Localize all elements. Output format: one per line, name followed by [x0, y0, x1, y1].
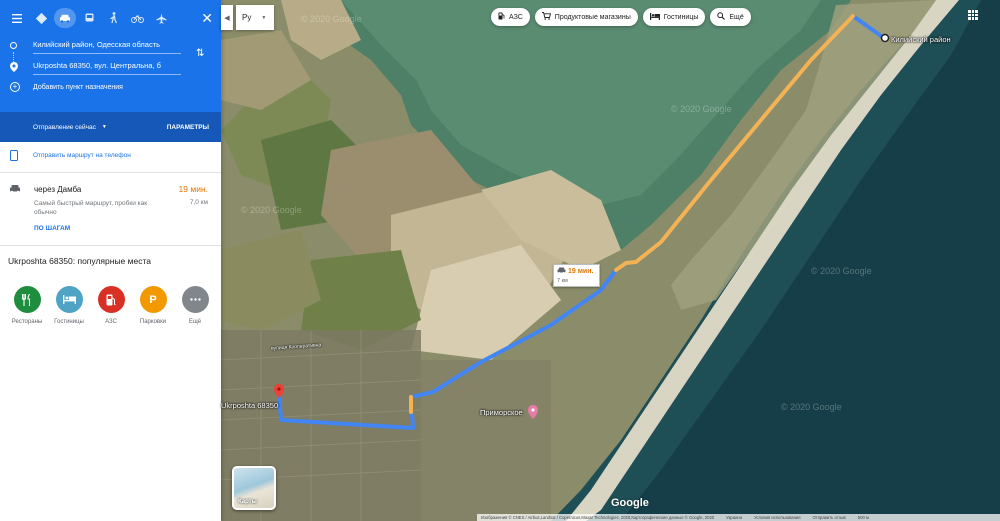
hotel-icon [649, 12, 660, 22]
maps-app: ✕ Килийский район, Одесская область Ukrp… [0, 0, 1000, 521]
route-distance: 7,0 км [189, 199, 208, 206]
origin-dot-icon [10, 42, 17, 49]
divider [0, 172, 221, 173]
directions-icon[interactable] [30, 8, 52, 28]
transit-icon[interactable] [78, 8, 100, 28]
travel-mode-row: ✕ [6, 8, 213, 28]
layer-label: Карты [238, 499, 257, 505]
parking-icon: P [139, 286, 167, 313]
chip-label: Гостиницы [663, 13, 699, 21]
route-description: Самый быстрый маршрут, пробки как обычно [34, 200, 148, 216]
route-eta-callout[interactable]: 19 мин. 7 км [553, 264, 600, 287]
map-watermark: © 2020 Google [781, 402, 842, 412]
gas-station-icon [498, 12, 505, 22]
more-icon [181, 286, 209, 313]
close-icon[interactable]: ✕ [201, 10, 213, 27]
collapse-panel-button[interactable]: ◀ [221, 5, 233, 30]
chevron-left-icon: ◀ [224, 14, 230, 22]
add-destination-label: Добавить пункт назначения [33, 83, 123, 91]
search-icon [717, 12, 726, 22]
terms-link[interactable]: Условия использования [754, 515, 800, 520]
chip-gas[interactable]: АЗС [491, 8, 530, 26]
menu-icon[interactable] [6, 8, 28, 28]
map-canvas[interactable]: © 2020 Google © 2020 Google © 2020 Googl… [221, 0, 1000, 521]
category-label: Парковки [139, 319, 167, 325]
category-parking[interactable]: P Парковки [132, 286, 174, 325]
directions-header: ✕ Килийский район, Одесская область Ukrp… [0, 0, 221, 142]
category-row: Рестораны Гостиницы АЗС P Парковки Ещё [6, 286, 216, 325]
satellite-imagery [221, 0, 1000, 521]
route-via: через Дамба [34, 185, 82, 194]
car-icon [9, 184, 21, 197]
walk-icon[interactable] [102, 8, 124, 28]
chip-label: АЗС [509, 13, 523, 21]
attribution-text: Изображения © CNES / Airbus,Landsat / Co… [481, 515, 715, 520]
send-to-phone-link[interactable]: Отправить маршрут на телефон [10, 150, 131, 161]
attribution-bar: Изображения © CNES / Airbus,Landsat / Co… [477, 514, 1000, 521]
route-time: 19 мин. [178, 184, 208, 194]
gas-station-icon [97, 286, 125, 313]
country-link[interactable]: Украина [726, 515, 742, 520]
route-option[interactable]: через Дамба 19 мин. Самый быстрый маршру… [0, 180, 221, 240]
category-chips: АЗС Продуктовые магазины Гостиницы Ещё [491, 8, 756, 26]
town-label[interactable]: Приморское [480, 408, 523, 417]
chip-more[interactable]: Ещё [710, 8, 751, 26]
depart-now-dropdown[interactable]: Отправление сейчас [33, 124, 96, 131]
popular-places-title: Ukrposhta 68350: популярные места [8, 256, 151, 266]
language-value: Ру [242, 13, 252, 22]
car-icon [557, 267, 566, 276]
chevron-down-icon: ▼ [101, 124, 107, 130]
category-label: Ещё [188, 319, 202, 325]
divider [0, 245, 221, 246]
category-more[interactable]: Ещё [174, 286, 216, 325]
category-label: Рестораны [11, 319, 43, 325]
feedback-link[interactable]: Отправить отзыв [813, 515, 846, 520]
add-destination-button[interactable]: + Добавить пункт назначения [10, 82, 123, 92]
language-select[interactable]: Ру ▼ [236, 5, 274, 30]
chip-label: Ещё [729, 13, 744, 21]
chip-label: Продуктовые магазины [554, 13, 631, 21]
car-icon[interactable] [54, 8, 76, 28]
destination-pin-icon [10, 62, 18, 72]
hotel-icon [55, 286, 83, 313]
chip-hotels[interactable]: Гостиницы [642, 8, 706, 26]
restaurant-icon [13, 286, 41, 313]
chip-grocery[interactable]: Продуктовые магазины [534, 8, 638, 26]
category-label: АЗС [105, 319, 117, 325]
category-gas[interactable]: АЗС [90, 286, 132, 325]
flight-icon[interactable] [150, 8, 172, 28]
category-hotels[interactable]: Гостиницы [48, 286, 90, 325]
map-watermark: © 2020 Google [301, 14, 362, 24]
origin-input[interactable]: Килийский район, Одесская область [33, 38, 181, 54]
layer-switcher[interactable]: Карты [232, 466, 276, 510]
apps-grid-icon[interactable] [968, 10, 978, 20]
add-icon: + [10, 82, 20, 92]
phone-icon [10, 150, 18, 161]
eta-distance: 7 км [557, 278, 568, 284]
map-watermark: © 2020 Google [241, 205, 302, 215]
category-label: Гостиницы [54, 319, 84, 325]
options-button[interactable]: ПАРАМЕТРЫ [167, 124, 209, 131]
google-logo: Google [611, 497, 649, 509]
swap-icon[interactable]: ⇅ [196, 48, 204, 59]
grocery-icon [541, 12, 551, 22]
origin-label[interactable]: Килийский район [891, 35, 951, 44]
depart-bar: Отправление сейчас ▼ ПАРАМЕТРЫ [0, 112, 221, 142]
eta-time: 19 мин. [568, 268, 594, 275]
map-watermark: © 2020 Google [671, 104, 732, 114]
route-connector [13, 52, 14, 62]
destination-label[interactable]: Ukrposhta 68350 [221, 401, 278, 410]
map-watermark: © 2020 Google [811, 266, 872, 276]
directions-panel: ✕ Килийский район, Одесская область Ukrp… [0, 0, 221, 521]
scale-bar[interactable]: 500 м [858, 515, 869, 520]
category-restaurants[interactable]: Рестораны [6, 286, 48, 325]
send-to-phone-label: Отправить маршрут на телефон [33, 152, 131, 159]
chevron-down-icon: ▼ [261, 14, 267, 21]
details-button[interactable]: ПО ШАГАМ [34, 225, 70, 232]
bike-icon[interactable] [126, 8, 148, 28]
destination-input[interactable]: Ukrposhta 68350, вул. Центральна, б [33, 59, 181, 75]
